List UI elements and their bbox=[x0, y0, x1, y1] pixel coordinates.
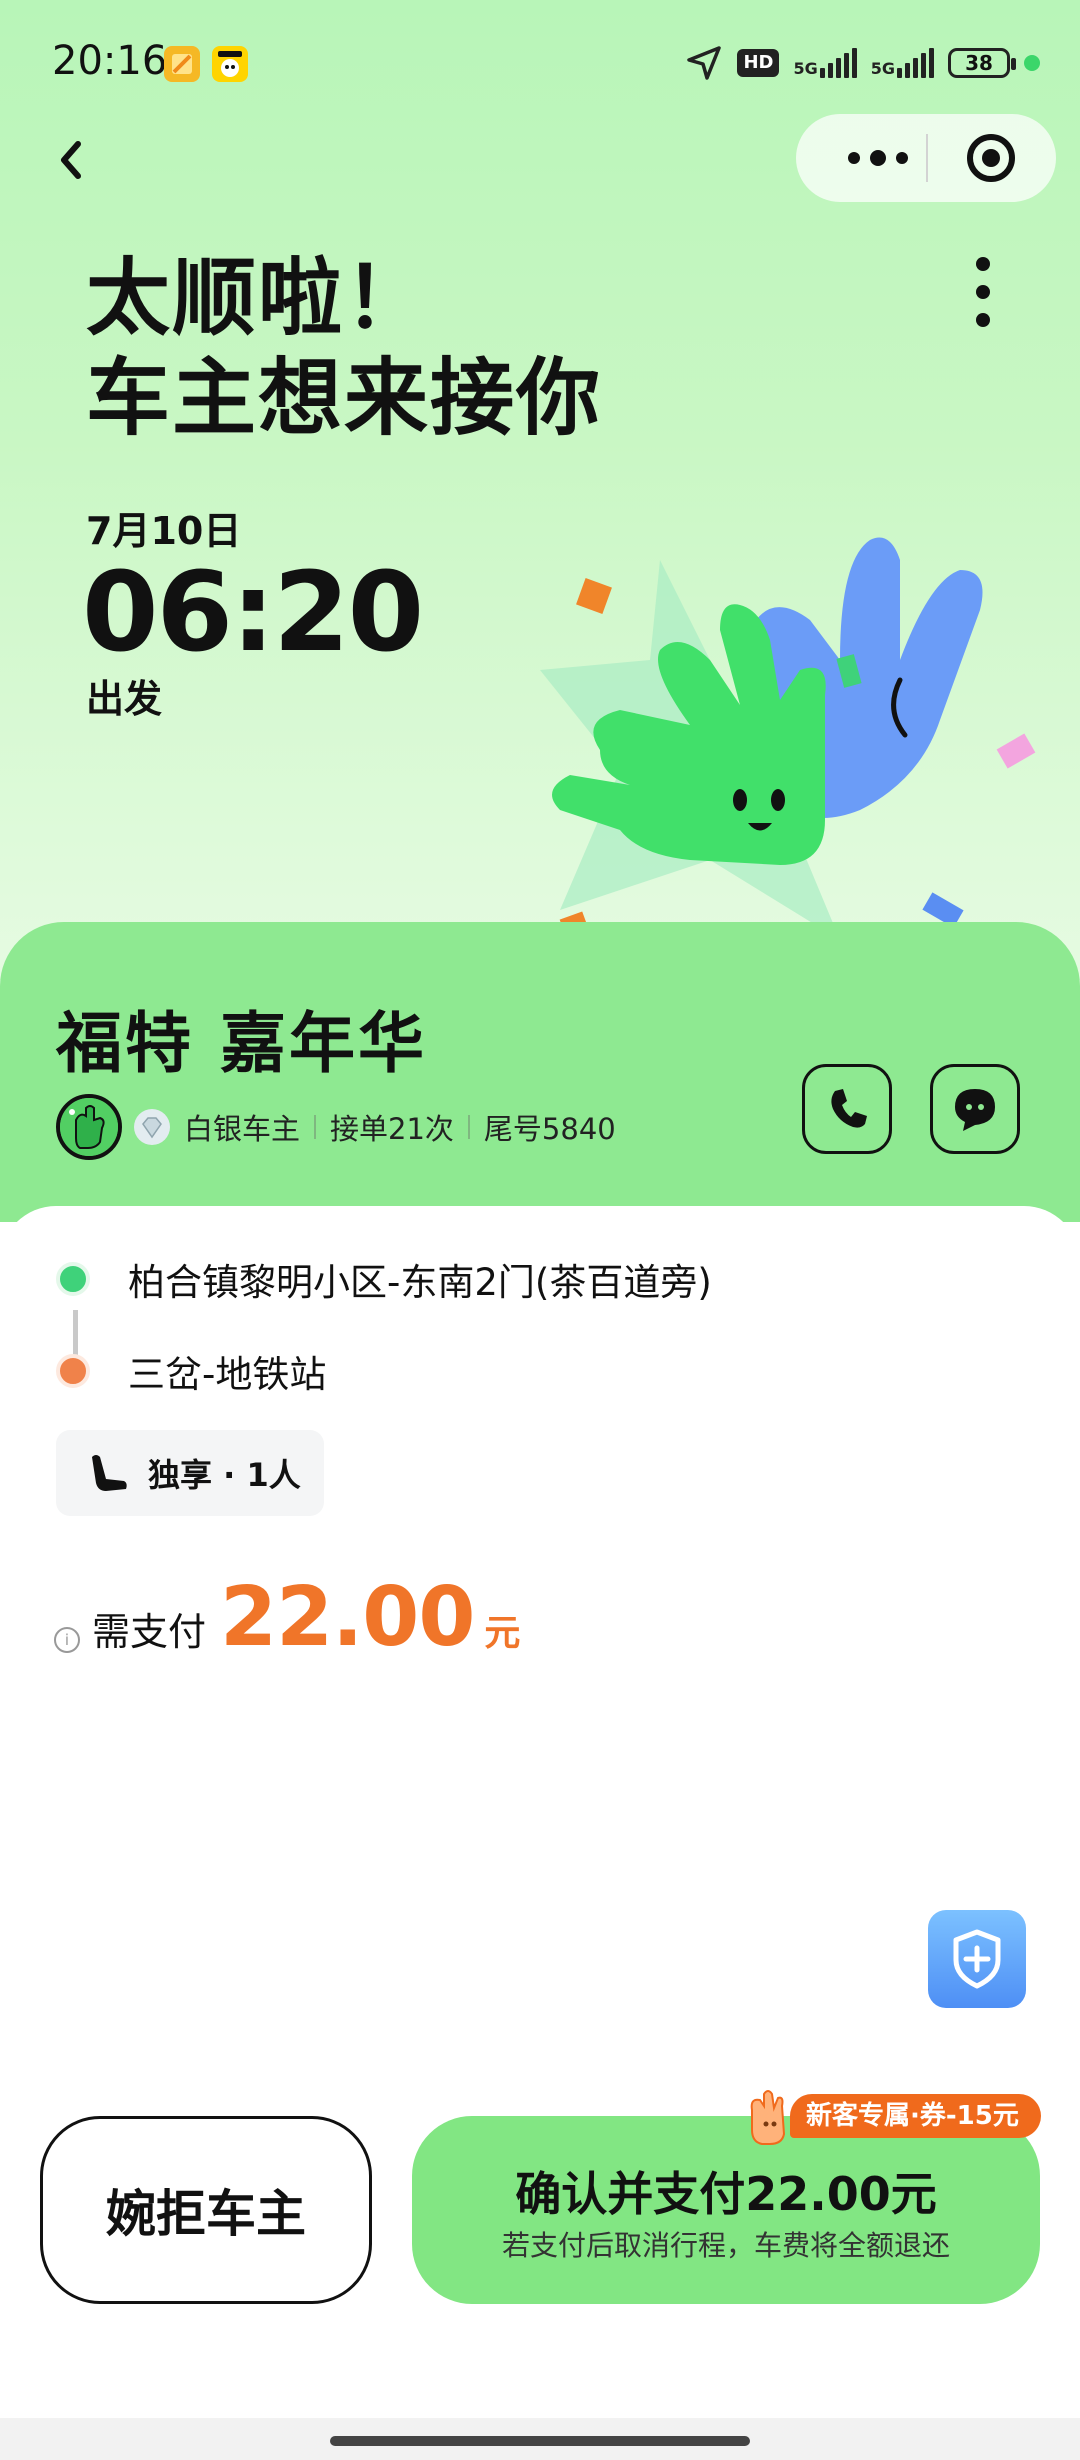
refund-note: 若支付后取消行程，车费将全额退还 bbox=[501, 2229, 950, 2262]
network-5g-label: 5G bbox=[793, 59, 818, 78]
reject-driver-button[interactable]: 婉拒车主 bbox=[40, 2116, 372, 2304]
target-icon bbox=[967, 134, 1015, 182]
currency-label: 元 bbox=[484, 1613, 521, 1654]
home-indicator-area bbox=[0, 2418, 1080, 2460]
divider bbox=[467, 1115, 470, 1139]
seat-type-chip: 独享 · 1人 bbox=[56, 1430, 324, 1516]
car-model: 福特 嘉年华 bbox=[56, 1005, 427, 1082]
new-user-coupon-badge: 新客专属·券-15元 bbox=[790, 2094, 1041, 2138]
silver-gem-icon bbox=[134, 1109, 170, 1145]
status-bar: 20:16 HD 5G 5G 38 bbox=[0, 0, 1080, 130]
phone-icon bbox=[831, 1089, 867, 1128]
confirm-pay-button[interactable]: 确认并支付22.00元 若支付后取消行程，车费将全额退还 bbox=[412, 2116, 1040, 2304]
pickup-stop[interactable]: 柏合镇黎明小区-东南2门(茶百道旁) bbox=[56, 1252, 712, 1306]
departure-time: 06:20 bbox=[82, 548, 424, 676]
plate-tail: 尾号5840 bbox=[483, 1112, 616, 1146]
hand-mascot-icon bbox=[750, 2090, 786, 2145]
status-right: HD 5G 5G 38 bbox=[685, 44, 1040, 82]
capsule-divider bbox=[926, 134, 928, 182]
dropoff-address: 三岔-地铁站 bbox=[128, 1353, 327, 1396]
kebab-icon bbox=[976, 257, 990, 327]
privacy-dot bbox=[1024, 55, 1040, 71]
safety-button[interactable] bbox=[928, 1910, 1026, 2008]
dropoff-dot bbox=[56, 1354, 90, 1388]
driver-orders: 接单21次 bbox=[330, 1112, 454, 1146]
headline-line-1: 太顺啦！ bbox=[86, 249, 431, 347]
departure-date: 7月10日 bbox=[86, 509, 242, 553]
pickup-address: 柏合镇黎明小区-东南2门(茶百道旁) bbox=[128, 1261, 712, 1304]
dropoff-stop[interactable]: 三岔-地铁站 bbox=[56, 1344, 326, 1398]
headline-line-2: 车主想来接你 bbox=[86, 349, 603, 447]
close-mini-program-button[interactable] bbox=[941, 114, 1041, 202]
status-time: 20:16 bbox=[52, 38, 168, 84]
seat-type-label: 独享 · 1人 bbox=[148, 1456, 301, 1494]
home-indicator[interactable] bbox=[330, 2436, 750, 2446]
headline: 太顺啦！ 车主想来接你 bbox=[86, 248, 602, 448]
avatar[interactable] bbox=[56, 1094, 122, 1160]
shield-plus-icon bbox=[953, 1929, 1001, 1989]
departure-label: 出发 bbox=[86, 677, 163, 721]
battery-icon: 38 bbox=[948, 48, 1016, 78]
location-arrow-icon bbox=[687, 46, 722, 80]
more-dots-icon bbox=[848, 150, 908, 166]
info-icon[interactable]: i bbox=[54, 1627, 80, 1653]
signal-group-2: 5G bbox=[871, 48, 934, 78]
chevron-left-icon bbox=[61, 141, 81, 179]
signal-bars-icon bbox=[819, 48, 857, 78]
pay-label: 需支付 bbox=[92, 1610, 207, 1654]
price-row: i 需支付 22.00 元 bbox=[54, 1570, 520, 1665]
chat-driver-button[interactable] bbox=[930, 1064, 1020, 1154]
driver-level: 白银车主 bbox=[184, 1112, 301, 1146]
confirm-pay-label: 确认并支付22.00元 bbox=[515, 2167, 937, 2221]
call-driver-button[interactable] bbox=[802, 1064, 892, 1154]
high-five-illustration bbox=[540, 537, 1036, 940]
options-button[interactable] bbox=[968, 254, 998, 334]
network-5g-label: 5G bbox=[870, 59, 895, 78]
driver-info-row: 白银车主 接单21次 尾号5840 bbox=[56, 1092, 616, 1162]
signal-bars-icon bbox=[897, 48, 934, 78]
signal-group-1: 5G bbox=[793, 48, 857, 78]
pay-amount: 22.00 bbox=[220, 1570, 475, 1665]
pickup-dot bbox=[56, 1262, 90, 1296]
back-button[interactable] bbox=[50, 130, 94, 190]
more-button[interactable] bbox=[826, 114, 926, 202]
divider bbox=[314, 1115, 317, 1139]
mini-program-capsule bbox=[796, 114, 1056, 202]
chat-icon bbox=[955, 1089, 995, 1131]
hd-badge: HD bbox=[737, 49, 780, 77]
kid-app-icon bbox=[212, 46, 248, 82]
car-seat-icon bbox=[92, 1455, 127, 1491]
image-app-icon bbox=[164, 46, 200, 82]
